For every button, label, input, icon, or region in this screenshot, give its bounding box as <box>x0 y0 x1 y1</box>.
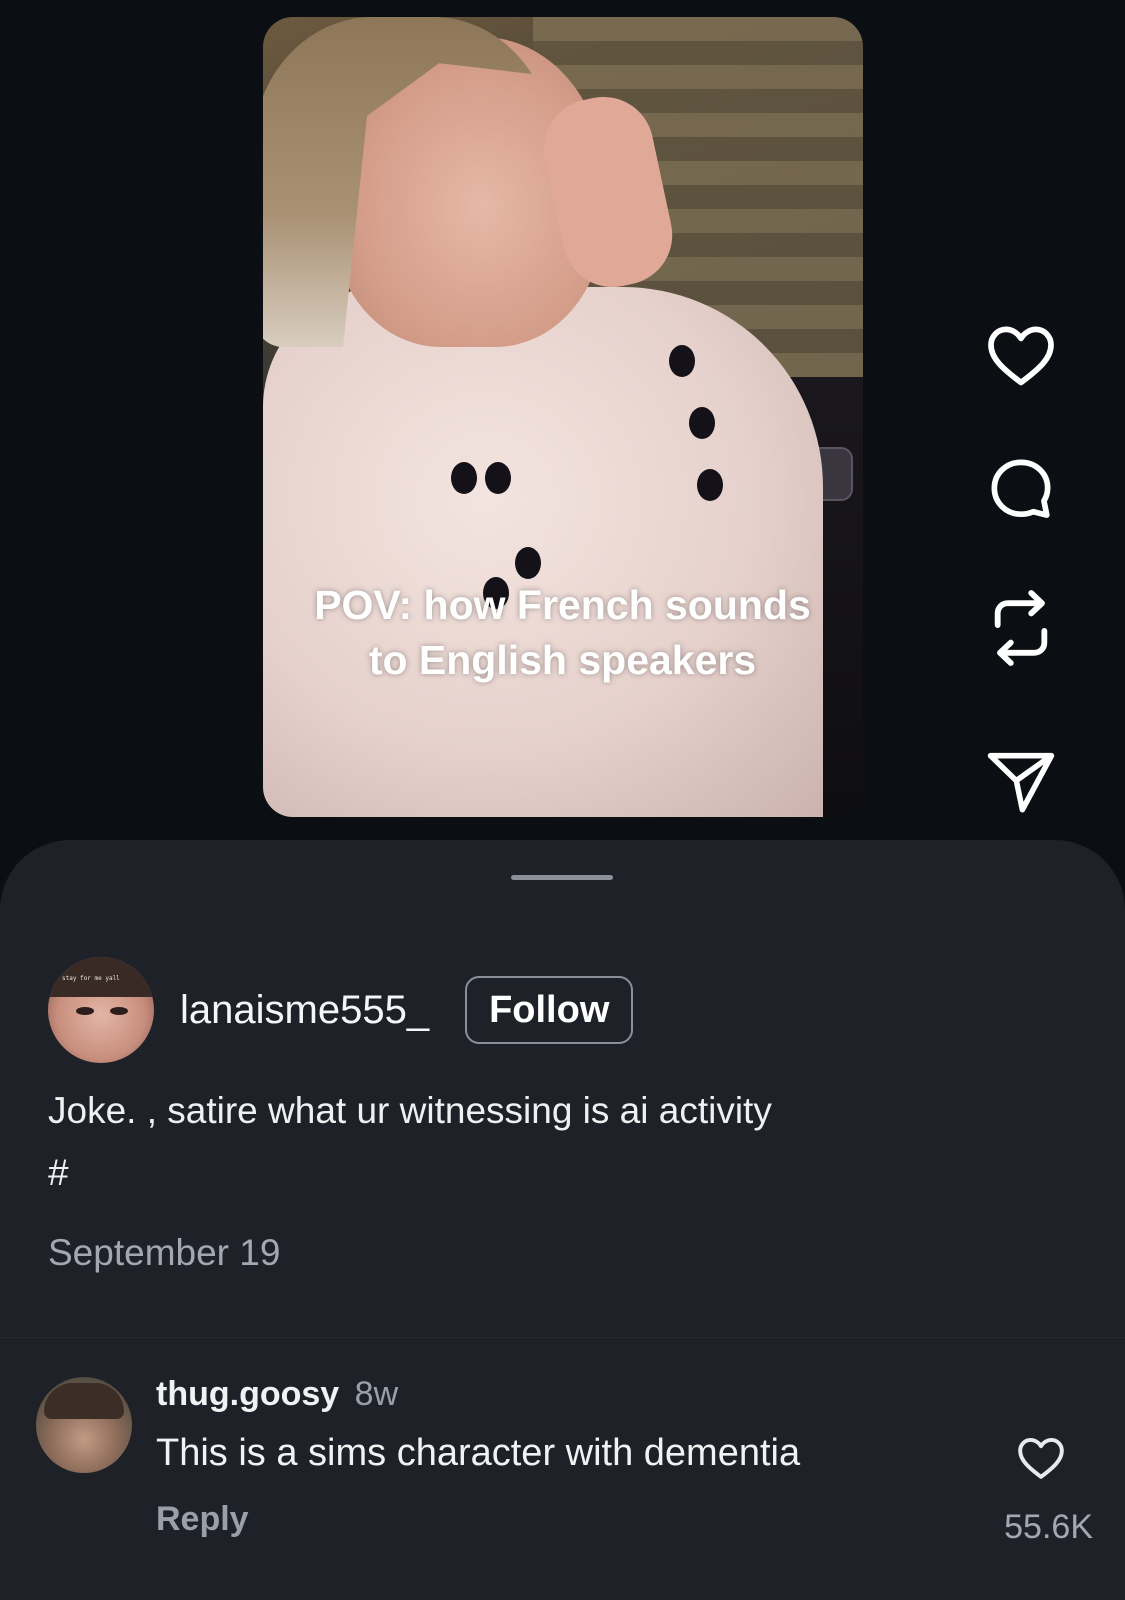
comment-bubble-icon <box>991 459 1051 518</box>
commenter-avatar-hair <box>44 1383 124 1419</box>
author-avatar-eye <box>110 1007 128 1015</box>
post-hashtag[interactable]: # <box>48 1142 772 1204</box>
author-avatar-eye <box>76 1007 94 1015</box>
video-coat-button <box>485 462 511 494</box>
post-date: September 19 <box>48 1232 281 1273</box>
comment-like-button[interactable] <box>1016 1434 1066 1484</box>
video-coat-button <box>669 345 695 377</box>
video-person-coat <box>263 287 823 817</box>
author-avatar-text: stay for me yall <box>62 975 120 982</box>
share-button[interactable] <box>985 746 1057 818</box>
comments-sheet: stay for me yall lanaisme555_ Follow Jok… <box>0 840 1125 1600</box>
repost-button[interactable] <box>985 590 1057 666</box>
commenter-avatar[interactable] <box>36 1377 132 1473</box>
like-button[interactable] <box>985 318 1057 390</box>
post-caption: Joke. , satire what ur witnessing is ai … <box>48 1080 772 1204</box>
reply-button[interactable]: Reply <box>156 1500 249 1539</box>
commenter-username[interactable]: thug.goosy <box>156 1375 339 1413</box>
author-username[interactable]: lanaisme555_ <box>180 988 429 1033</box>
sheet-grabber-handle[interactable] <box>511 875 613 880</box>
follow-button[interactable]: Follow <box>465 976 634 1044</box>
video-player[interactable] <box>263 17 863 817</box>
post-caption-line: Joke. , satire what ur witnessing is ai … <box>48 1090 772 1131</box>
post-author-row: stay for me yall lanaisme555_ Follow <box>48 955 634 1065</box>
comment-timestamp: 8w <box>354 1375 399 1413</box>
heart-icon <box>1018 1437 1064 1479</box>
comment-button[interactable] <box>985 453 1057 525</box>
video-coat-button <box>689 407 715 439</box>
video-coat-button <box>451 462 477 494</box>
heart-icon <box>988 326 1054 386</box>
video-caption-overlay: POV: how French sounds to English speake… <box>314 582 811 683</box>
comment-header: thug.goosy 8w <box>156 1375 398 1414</box>
comment-text: This is a sims character with dementia <box>156 1432 801 1474</box>
video-coat-button <box>697 469 723 501</box>
author-avatar[interactable]: stay for me yall <box>48 957 154 1063</box>
repost-icon <box>994 590 1048 666</box>
section-divider <box>0 1337 1125 1338</box>
comment-like-count: 55.6K <box>1004 1508 1093 1546</box>
send-icon <box>987 752 1055 813</box>
video-coat-button <box>515 547 541 579</box>
